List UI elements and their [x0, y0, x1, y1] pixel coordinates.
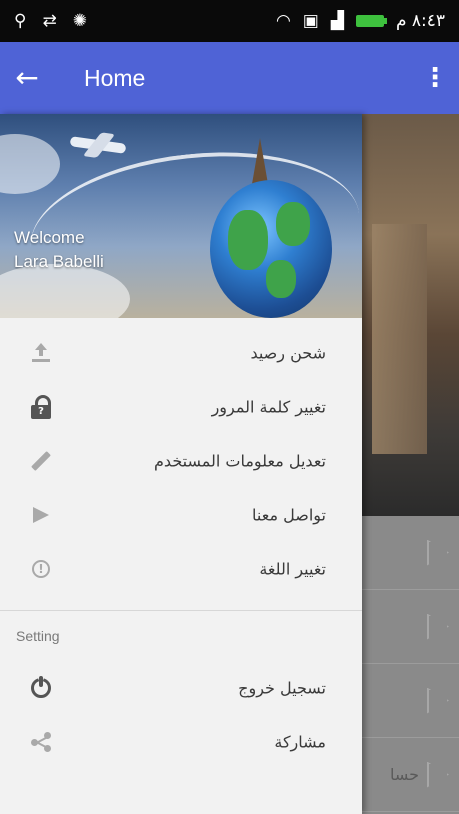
menu-item-contact-us[interactable]: تواصل معنا — [0, 488, 362, 542]
navigation-drawer: Welcome Lara Babelli شحن رصيد ? تغيير كل… — [0, 114, 362, 814]
menu-item-label: شحن رصيد — [250, 343, 326, 363]
wifi-icon: ◠ — [275, 11, 291, 31]
menu-item-label: مشاركة — [274, 732, 326, 752]
welcome-line: Welcome — [14, 228, 85, 247]
status-right-icons: ◠ ▣ ▟ ٨:٤٣ م — [276, 11, 445, 31]
menu-item-logout[interactable]: تسجيل خروج — [0, 661, 362, 715]
partial-label: حسا — [389, 765, 419, 784]
upload-icon — [30, 342, 52, 364]
sync-icon: ⇄ — [42, 11, 57, 31]
lock-icon: ? — [30, 395, 52, 419]
play-icon — [427, 613, 449, 640]
play-icon — [427, 539, 449, 566]
menu-item-label: تسجيل خروج — [238, 678, 326, 698]
user-name: Lara Babelli — [14, 252, 104, 271]
power-icon — [30, 676, 52, 699]
battery-icon — [355, 15, 387, 27]
globe-land — [228, 210, 268, 270]
globe-land — [276, 202, 310, 246]
welcome-text: Welcome Lara Babelli — [14, 226, 104, 274]
list-item — [362, 664, 459, 738]
menu-item-recharge[interactable]: شحن رصيد — [0, 326, 362, 380]
more-vert-icon[interactable]: ⋮ — [411, 63, 459, 93]
menu-item-share[interactable]: مشاركة — [0, 715, 362, 769]
globe-icon — [210, 180, 332, 318]
menu-item-label: تعديل معلومات المستخدم — [154, 451, 326, 471]
settings-bug-icon: ✺ — [72, 11, 87, 31]
list-item — [362, 590, 459, 664]
menu-item-edit-profile[interactable]: تعديل معلومات المستخدم — [0, 434, 362, 488]
drawer-menu: شحن رصيد ? تغيير كلمة المرور تعديل معلوم… — [0, 318, 362, 769]
app-bar: ← Home ⋮ — [0, 42, 459, 114]
status-time: ٨:٤٣ م — [395, 11, 445, 31]
share-icon — [30, 731, 52, 753]
list-item: حسا — [362, 738, 459, 812]
usb-icon: ⚲ — [14, 11, 27, 31]
menu-item-change-language[interactable]: ! تغيير اللغة — [0, 542, 362, 596]
info-icon: ! — [30, 558, 52, 580]
notification-icon: ▣ — [302, 11, 319, 31]
arrow-back-icon[interactable]: ← — [0, 64, 54, 92]
status-bar: ⚲ ⇄ ✺ ◠ ▣ ▟ ٨:٤٣ م — [0, 0, 459, 42]
list-item — [362, 516, 459, 590]
status-left-icons: ⚲ ⇄ ✺ — [14, 11, 87, 31]
menu-item-label: تواصل معنا — [252, 505, 326, 525]
airplane-icon — [69, 136, 127, 154]
pencil-icon — [30, 450, 52, 472]
menu-item-label: تغيير كلمة المرور — [211, 397, 326, 417]
section-title: Setting — [16, 628, 60, 644]
drawer-header: Welcome Lara Babelli — [0, 114, 362, 318]
globe-land — [266, 260, 296, 298]
play-icon — [427, 761, 449, 788]
app-title: Home — [84, 64, 146, 91]
background-list: حسا — [362, 516, 459, 814]
play-icon — [427, 687, 449, 714]
background-building — [372, 224, 427, 454]
send-icon — [30, 504, 52, 526]
signal-icon: ▟ — [330, 11, 344, 31]
landmark-tower-icon — [252, 138, 268, 184]
menu-item-label: تغيير اللغة — [259, 559, 326, 579]
cloud-shape — [0, 134, 60, 194]
menu-item-change-password[interactable]: ? تغيير كلمة المرور — [0, 380, 362, 434]
